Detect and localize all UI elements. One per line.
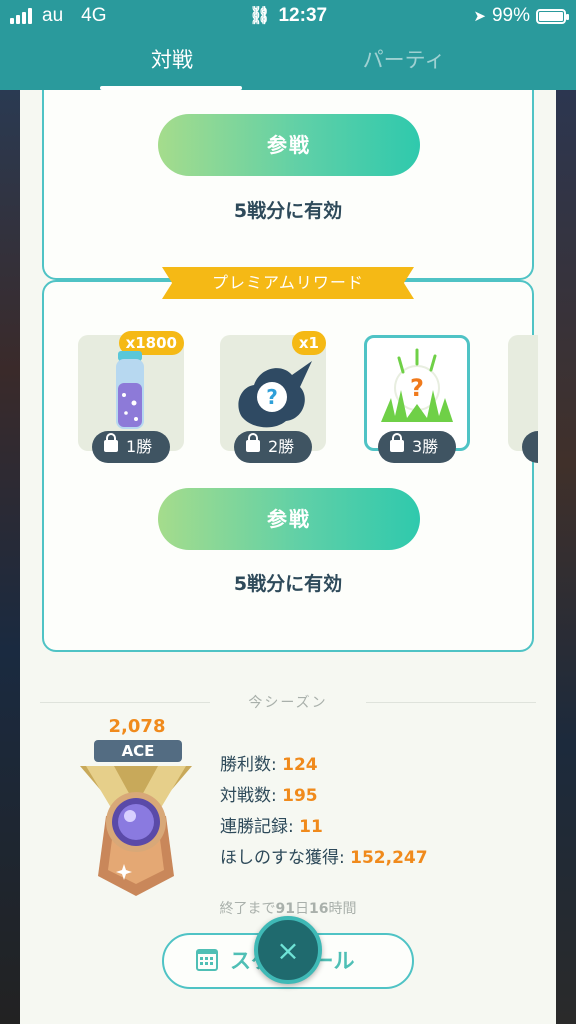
reward-tile-partial[interactable] (508, 335, 538, 463)
quantity-badge: x1 (291, 331, 326, 355)
background-art (0, 90, 20, 1024)
rating-value: 2,078 (108, 716, 166, 737)
join-button[interactable]: 参戦 (158, 488, 420, 550)
premium-reward-card: x1800 1勝 x1 ? 2勝 ? 3勝 参戦 5戦分に有効 (42, 280, 538, 652)
win-requirement-pill (522, 431, 538, 463)
rank-badge: ACE (94, 740, 182, 762)
stardust-icon (116, 351, 144, 429)
calendar-icon (196, 949, 218, 971)
tab-party[interactable]: パーティ (260, 32, 548, 90)
clock: 12:37 (278, 5, 328, 26)
stat-wins: 勝利数: 124 (220, 755, 318, 775)
stat-win-streak: 連勝記録: 11 (220, 817, 323, 837)
win-requirement-pill: 1勝 (92, 431, 170, 463)
tab-bar: 対戦 パーティ (0, 32, 576, 90)
season-remaining-time: 終了まで91日16時間 (219, 901, 357, 917)
status-bar: au 4G ⛓ 12:37 ➤ 99% (0, 0, 576, 32)
valid-count-text: 5戦分に有効 (233, 200, 343, 222)
stat-battles: 対戦数: 195 (220, 786, 318, 806)
join-button[interactable]: 参戦 (158, 114, 420, 176)
reward-tile[interactable]: x1 ? 2勝 (220, 331, 326, 463)
reward-tile-selected[interactable]: ? 3勝 (364, 335, 470, 463)
background-art (556, 90, 576, 1024)
mystery-encounter-icon: ? (238, 361, 312, 428)
valid-count-text: 5戦分に有効 (233, 573, 343, 595)
win-requirement-pill: 3勝 (378, 431, 456, 463)
win-count: 2勝 (268, 437, 295, 456)
win-count: 1勝 (126, 437, 153, 456)
svg-text:?: ? (266, 385, 278, 409)
premium-reward-banner: プレミアムリワード (162, 267, 414, 299)
lock-icon (246, 433, 260, 452)
close-icon: × (276, 934, 300, 967)
battery-icon (536, 8, 569, 24)
location-arrow-icon: ➤ (473, 8, 486, 25)
league-panel[interactable]: 参戦 5戦分に有効 x1800 1勝 x1 ? 2勝 ? 3勝 参戦 5戦分に有… (20, 90, 556, 1024)
svg-text:?: ? (410, 374, 424, 402)
win-count: 3勝 (412, 437, 439, 456)
season-stats: 勝利数: 124 対戦数: 195 連勝記録: 11 ほしのすな獲得: 152,… (220, 750, 428, 874)
mystery-grass-icon: ? (381, 348, 453, 422)
close-button[interactable]: × (254, 916, 322, 984)
lock-icon (104, 433, 118, 452)
free-reward-card: 参戦 5戦分に有効 (42, 90, 534, 280)
win-requirement-pill: 2勝 (234, 431, 312, 463)
link-icon: ⛓ (248, 6, 271, 25)
bronze-medal-icon (80, 766, 192, 896)
season-label: 今シーズン (248, 695, 328, 711)
battery-percent: 99% (491, 5, 530, 26)
stat-stardust: ほしのすな獲得: 152,247 (220, 848, 428, 868)
reward-tile[interactable]: x1800 1勝 (78, 331, 184, 463)
lock-icon (390, 433, 404, 452)
